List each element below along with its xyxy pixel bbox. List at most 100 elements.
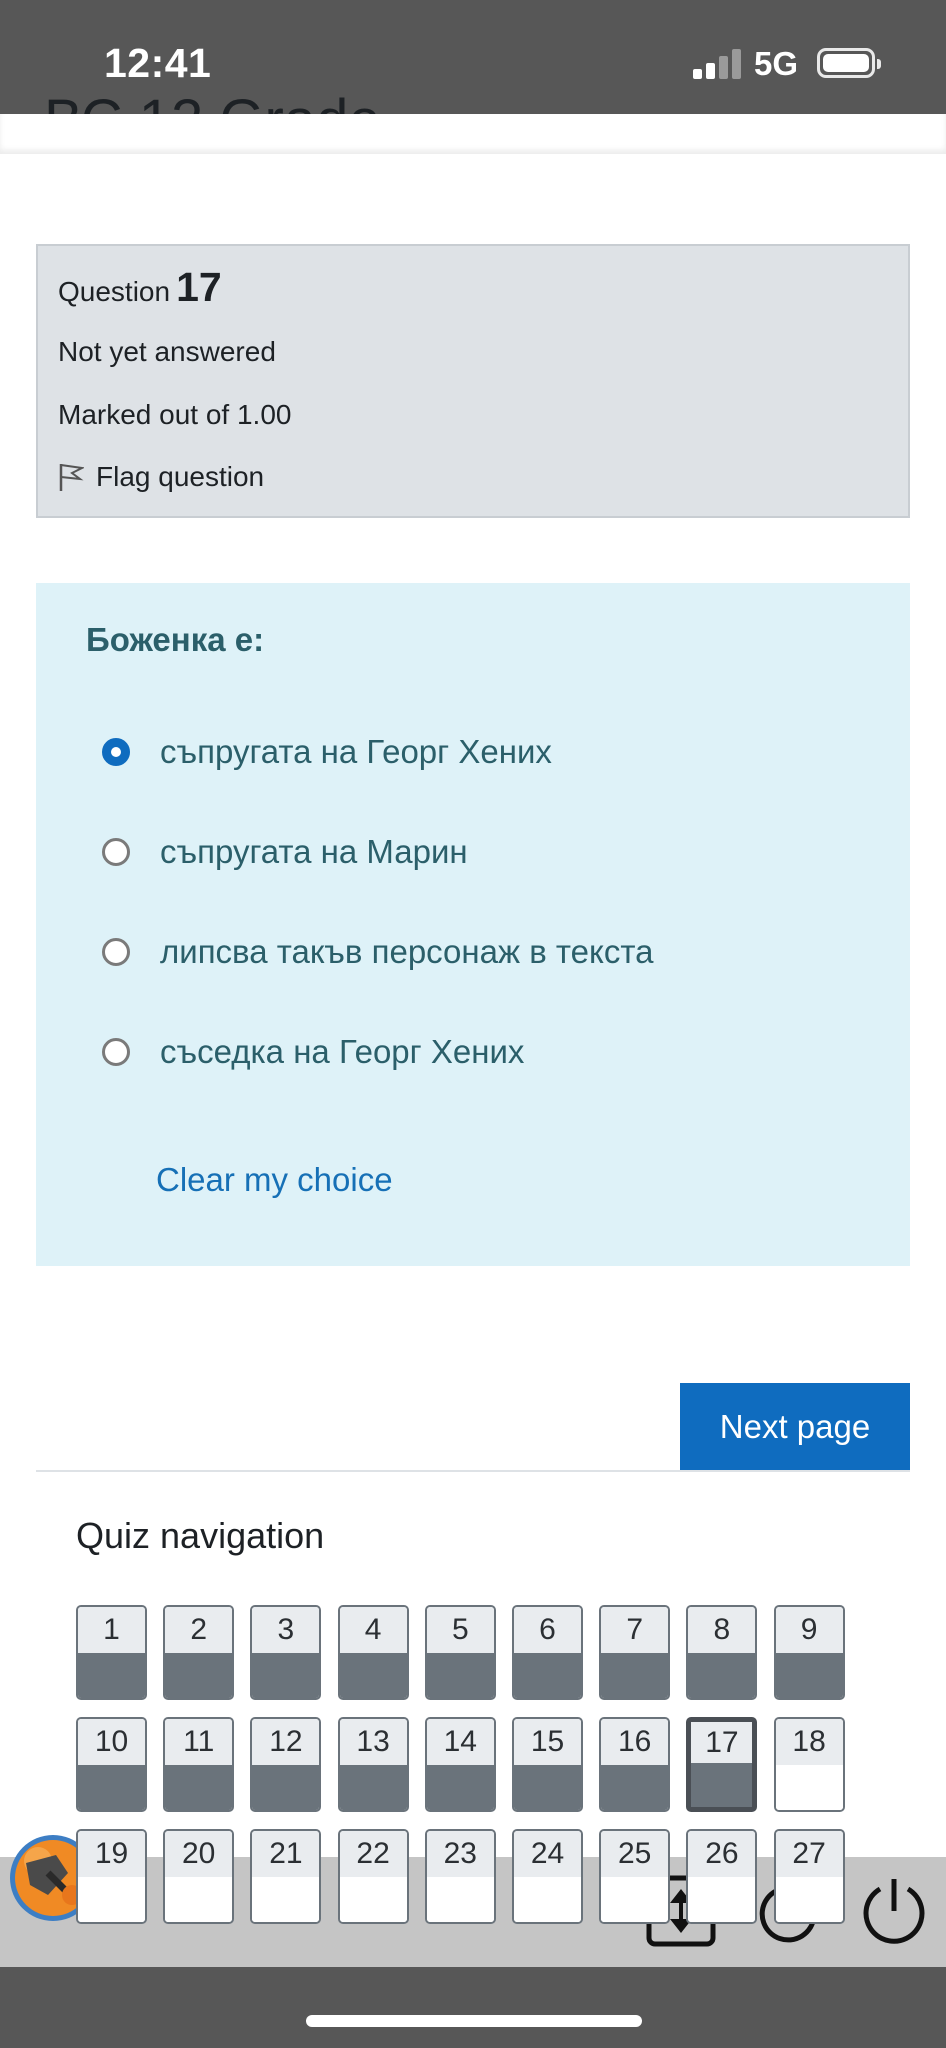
quiz-nav-number: 22 — [339, 1831, 407, 1877]
radio-button[interactable] — [102, 838, 130, 866]
quiz-nav-number: 1 — [78, 1607, 145, 1653]
quiz-nav-number: 20 — [165, 1831, 233, 1877]
quiz-nav-status-bar — [78, 1765, 145, 1810]
quiz-nav-status-bar — [426, 1765, 494, 1810]
divider — [36, 1470, 910, 1472]
quiz-nav-button-22[interactable]: 22 — [337, 1829, 409, 1924]
quiz-nav-button-13[interactable]: 13 — [337, 1717, 409, 1812]
quiz-nav-button-8[interactable]: 8 — [686, 1605, 758, 1700]
quiz-nav-number: 21 — [252, 1831, 320, 1877]
quiz-nav-button-7[interactable]: 7 — [599, 1605, 671, 1700]
quiz-nav-status-bar — [691, 1763, 753, 1807]
quiz-nav-button-25[interactable]: 25 — [599, 1829, 671, 1924]
answer-option-4[interactable]: съседка на Георг Хених — [102, 1033, 524, 1071]
status-time: 12:41 — [104, 40, 212, 86]
quiz-nav-button-4[interactable]: 4 — [337, 1605, 409, 1700]
quiz-nav-button-24[interactable]: 24 — [512, 1829, 583, 1924]
signal-icon — [693, 49, 741, 79]
quiz-nav-button-5[interactable]: 5 — [424, 1605, 496, 1700]
quiz-nav-number: 7 — [601, 1607, 669, 1653]
radio-button-selected[interactable] — [102, 738, 130, 766]
power-icon[interactable] — [858, 1875, 930, 1947]
quiz-nav-status-bar — [775, 1877, 843, 1922]
clear-choice-link[interactable]: Clear my choice — [156, 1161, 393, 1199]
quiz-nav-number: 26 — [688, 1831, 756, 1877]
quiz-nav-number: 16 — [601, 1719, 669, 1765]
quiz-nav-button-14[interactable]: 14 — [424, 1717, 496, 1812]
quiz-nav-number: 14 — [426, 1719, 494, 1765]
quiz-nav-button-6[interactable]: 6 — [512, 1605, 583, 1700]
quiz-nav-button-1[interactable]: 1 — [76, 1605, 147, 1700]
flag-icon — [59, 464, 84, 491]
quiz-nav-number: 6 — [514, 1607, 581, 1653]
home-indicator[interactable] — [306, 2015, 642, 2027]
quiz-nav-button-18[interactable]: 18 — [773, 1717, 845, 1812]
question-text: Боженка е: — [86, 621, 265, 658]
quiz-nav-button-12[interactable]: 12 — [250, 1717, 322, 1812]
quiz-nav-button-20[interactable]: 20 — [163, 1829, 235, 1924]
quiz-nav-status-bar — [252, 1765, 320, 1810]
quiz-nav-status-bar — [601, 1653, 669, 1698]
quiz-nav-status-bar — [775, 1765, 843, 1810]
answer-label: съпругата на Георг Хених — [160, 733, 552, 770]
quiz-nav-status-bar — [688, 1877, 756, 1922]
home-bar-area — [0, 1967, 946, 2048]
quiz-nav-status-bar — [165, 1653, 233, 1698]
quiz-nav-button-21[interactable]: 21 — [250, 1829, 322, 1924]
question-state: Not yet answered — [58, 336, 276, 367]
radio-button[interactable] — [102, 938, 130, 966]
quiz-nav-button-3[interactable]: 3 — [250, 1605, 322, 1700]
answer-option-1[interactable]: съпругата на Георг Хених — [102, 733, 552, 771]
quiz-nav-number: 2 — [165, 1607, 233, 1653]
quiz-nav-status-bar — [78, 1653, 145, 1698]
quiz-nav-status-bar — [426, 1877, 494, 1922]
question-content: Боженка е: съпругата на Георг Хених съпр… — [36, 583, 910, 1266]
quiz-nav-status-bar — [688, 1653, 756, 1698]
answer-option-3[interactable]: липсва такъв персонаж в текста — [102, 933, 653, 971]
radio-button[interactable] — [102, 1038, 130, 1066]
quiz-nav-button-17[interactable]: 17 — [686, 1717, 758, 1812]
quiz-nav-number: 5 — [426, 1607, 494, 1653]
quiz-nav-number: 13 — [339, 1719, 407, 1765]
quiz-nav-button-2[interactable]: 2 — [163, 1605, 235, 1700]
quiz-nav-status-bar — [165, 1765, 233, 1810]
answer-option-2[interactable]: съпругата на Марин — [102, 833, 468, 871]
quiz-nav-number: 19 — [78, 1831, 145, 1877]
quiz-nav-button-19[interactable]: 19 — [76, 1829, 147, 1924]
battery-icon — [817, 48, 881, 78]
quiz-nav-button-11[interactable]: 11 — [163, 1717, 235, 1812]
quiz-nav-button-16[interactable]: 16 — [599, 1717, 671, 1812]
network-label: 5G — [754, 45, 799, 82]
quiz-navigation-title: Quiz navigation — [76, 1515, 325, 1556]
quiz-nav-button-27[interactable]: 27 — [773, 1829, 845, 1924]
quiz-nav-button-9[interactable]: 9 — [773, 1605, 845, 1700]
question-info: Question 17 Not yet answered Marked out o… — [36, 244, 910, 518]
quiz-nav-status-bar — [339, 1877, 407, 1922]
quiz-nav-status-bar — [514, 1653, 581, 1698]
quiz-nav-button-23[interactable]: 23 — [424, 1829, 496, 1924]
title-cover — [0, 114, 946, 154]
question-label: Question — [58, 276, 171, 307]
quiz-nav-button-26[interactable]: 26 — [686, 1829, 758, 1924]
quiz-nav-status-bar — [252, 1653, 320, 1698]
question-number-label: Question 17 — [58, 264, 222, 311]
quiz-nav-number: 8 — [688, 1607, 756, 1653]
answer-label: съпругата на Марин — [160, 833, 468, 870]
quiz-nav-button-10[interactable]: 10 — [76, 1717, 147, 1812]
answer-label: липсва такъв персонаж в текста — [160, 933, 654, 970]
quiz-nav-status-bar — [339, 1653, 407, 1698]
quiz-nav-status-bar — [78, 1877, 145, 1922]
quiz-nav-number: 10 — [78, 1719, 145, 1765]
quiz-nav-number: 25 — [601, 1831, 669, 1877]
quiz-nav-button-15[interactable]: 15 — [512, 1717, 583, 1812]
quiz-nav-status-bar — [775, 1653, 843, 1698]
next-page-button[interactable]: Next page — [680, 1383, 910, 1470]
quiz-nav-number: 17 — [691, 1722, 753, 1763]
quiz-nav-status-bar — [252, 1877, 320, 1922]
quiz-nav-status-bar — [601, 1877, 669, 1922]
quiz-nav-number: 11 — [165, 1719, 233, 1765]
flag-question-link[interactable]: Flag question — [58, 461, 264, 493]
quiz-nav-status-bar — [601, 1765, 669, 1810]
quiz-nav-status-bar — [165, 1877, 233, 1922]
quiz-nav-status-bar — [514, 1877, 581, 1922]
